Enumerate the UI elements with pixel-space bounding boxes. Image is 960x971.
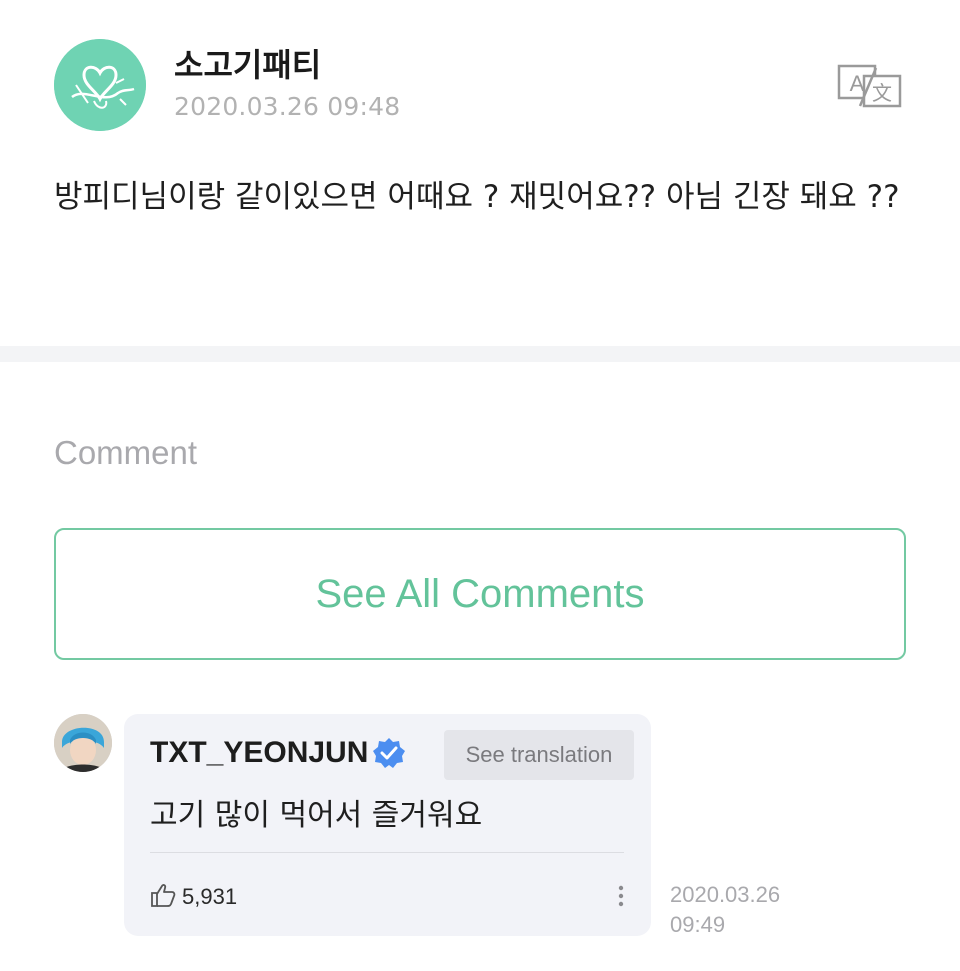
see-all-comments-button[interactable]: See All Comments (54, 528, 906, 660)
comment-divider (150, 852, 624, 853)
post-timestamp: 2020.03.26 09:48 (174, 92, 401, 121)
comment-date: 2020.03.26 (670, 882, 781, 907)
comment-text: 고기 많이 먹어서 즐거워요 (150, 798, 483, 833)
see-translation-button[interactable]: See translation (444, 730, 634, 780)
thumbs-up-icon[interactable] (150, 882, 176, 908)
svg-text:文: 文 (872, 81, 892, 105)
more-vertical-icon[interactable] (614, 882, 628, 912)
post-author-name[interactable]: 소고기패티 (174, 40, 321, 86)
comment-bubble: TXT_YEONJUN See translation 고기 많이 먹어서 즐거… (124, 714, 651, 936)
post-body: 방피디님이랑 같이있으면 어때요 ? 재밋어요?? 아님 긴장 돼요 ?? (54, 179, 900, 215)
comment-section-heading: Comment (54, 434, 198, 471)
svg-text:A: A (850, 71, 865, 96)
translate-icon[interactable]: A 文 (836, 62, 904, 110)
heart-doodle-icon (54, 39, 146, 131)
commenter-avatar[interactable] (54, 714, 112, 772)
post: 소고기패티 2020.03.26 09:48 A 文 방피디님이랑 같이있으면 … (0, 0, 960, 346)
verified-badge-icon (372, 736, 406, 770)
like-count: 5,931 (182, 884, 238, 909)
commenter-name[interactable]: TXT_YEONJUN (150, 736, 368, 770)
comment-timestamp: 2020.03.26 09:49 (670, 880, 810, 940)
comment-time: 09:49 (670, 912, 726, 937)
post-author-avatar[interactable] (54, 39, 146, 131)
section-divider (0, 346, 960, 362)
